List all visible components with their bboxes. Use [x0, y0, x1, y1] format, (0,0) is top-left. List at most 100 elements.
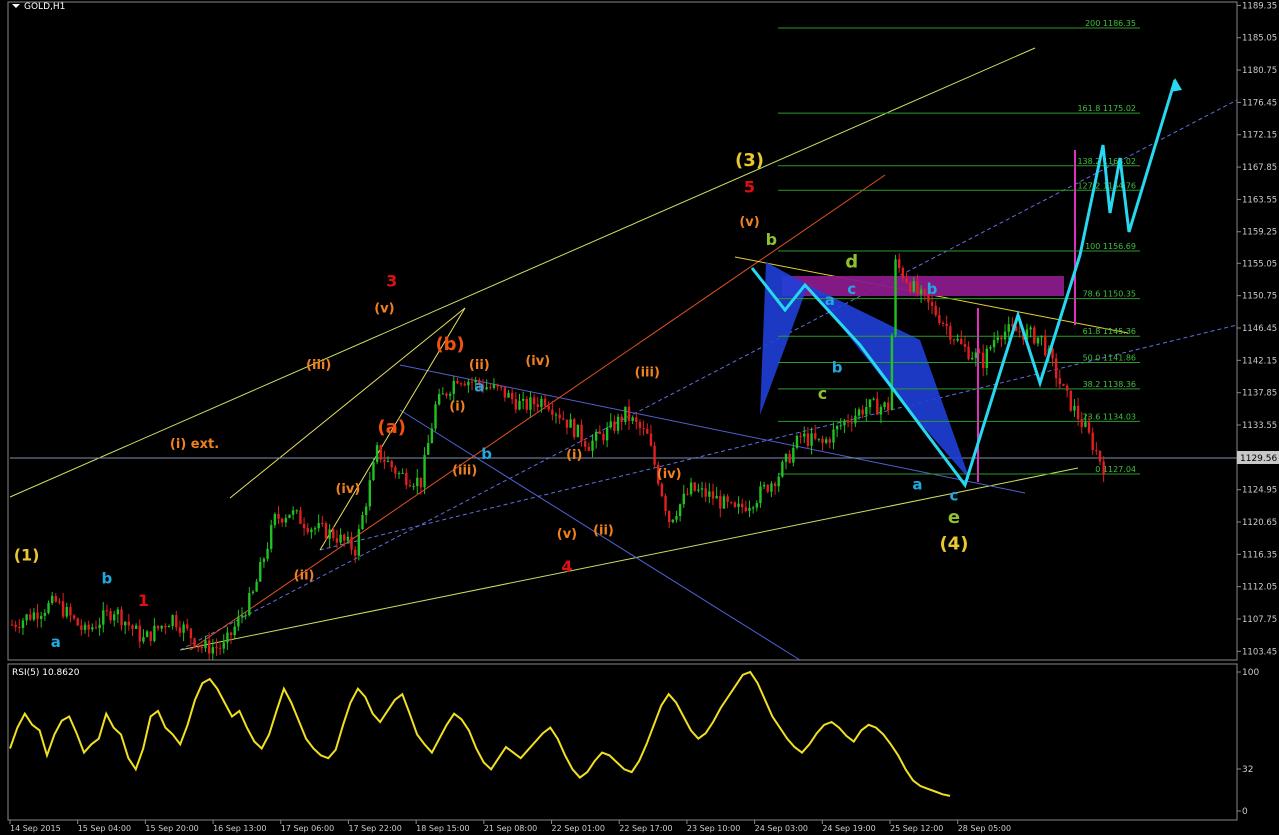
wave-label: (iii) — [635, 365, 660, 380]
candle-body — [448, 393, 452, 396]
candle-body — [131, 625, 134, 629]
candle-body — [368, 480, 371, 507]
candle-body — [335, 538, 339, 543]
candle-body — [602, 433, 605, 441]
fib-level-label: 23.6 1134.03 — [1083, 412, 1136, 421]
candle-body — [134, 625, 138, 629]
candle-body — [91, 627, 94, 630]
candle-body — [18, 627, 21, 629]
candle-body — [207, 640, 211, 654]
x-tick-label: 23 Sep 10:00 — [687, 824, 740, 833]
y-tick-label: 1155.05 — [1242, 259, 1277, 269]
candle-body — [912, 281, 915, 292]
wave-label: (v) — [374, 302, 394, 317]
x-tick-label: 22 Sep 01:00 — [552, 824, 605, 833]
candle-body — [938, 315, 941, 323]
candle-body — [510, 392, 514, 400]
wave-label: (v) — [557, 527, 577, 542]
candle-body — [266, 548, 269, 559]
candle-body — [138, 625, 141, 642]
candle-body — [766, 484, 769, 492]
candle-body — [427, 443, 430, 455]
candle-body — [197, 646, 200, 648]
candle-body — [678, 504, 682, 517]
candle-body — [908, 282, 912, 292]
fib-level-label: 78.6 1150.35 — [1083, 290, 1136, 299]
x-tick-label: 16 Sep 13:00 — [213, 824, 266, 833]
candle-body — [332, 529, 335, 539]
wave-label: (iv) — [657, 467, 682, 482]
candle-body — [65, 607, 68, 617]
candle-body — [295, 510, 298, 512]
wave-label: (ii) — [294, 569, 315, 584]
candle-body — [463, 383, 466, 386]
candle-body — [985, 348, 989, 369]
candle-body — [459, 383, 463, 385]
rsi-tick-32: 32 — [1242, 765, 1253, 775]
fib-level-label: 50.0 1141.86 — [1083, 354, 1136, 363]
candle-body — [189, 628, 193, 639]
candle-body — [346, 536, 350, 541]
candle-body — [675, 516, 678, 520]
candle-body — [244, 615, 247, 617]
candle-body — [784, 453, 788, 462]
wave-label: a — [51, 633, 61, 651]
candle-body — [218, 647, 222, 649]
candle-body — [584, 441, 587, 447]
candle-body — [229, 632, 233, 636]
candle-body — [291, 510, 295, 515]
candle-body — [492, 384, 496, 388]
candle-body — [521, 398, 525, 401]
wave-label: (ii) — [593, 523, 614, 538]
candle-body — [405, 472, 408, 486]
candle-body — [883, 402, 886, 408]
candle-body — [1095, 450, 1098, 452]
candle-body — [251, 591, 255, 594]
candle-body — [94, 627, 98, 629]
candle-body — [693, 482, 696, 491]
wave-label: (a) — [377, 417, 406, 438]
candle-body — [262, 558, 266, 562]
candle-body — [890, 335, 894, 411]
fib-level-label: 38.2 1138.36 — [1083, 380, 1136, 389]
candle-body — [616, 416, 620, 431]
wave-label: b — [102, 569, 113, 587]
candle-body — [248, 593, 251, 616]
candle-body — [116, 609, 120, 615]
candle-body — [792, 447, 795, 463]
candle-body — [423, 454, 426, 488]
candle-body — [733, 502, 737, 507]
candle-body — [850, 422, 853, 424]
candle-body — [919, 289, 923, 295]
candle-body — [803, 433, 806, 437]
rsi-title: RSI(5) 10.8620 — [12, 668, 80, 678]
candle-body — [273, 513, 277, 526]
candle-body — [1102, 461, 1105, 475]
candle-body — [50, 595, 54, 604]
wave-label: b — [481, 445, 492, 463]
candle-body — [547, 405, 550, 410]
candle-body — [664, 496, 667, 512]
candle-body — [828, 439, 832, 443]
candle-body — [846, 420, 850, 423]
candle-body — [627, 406, 631, 421]
wave-label: (1) — [14, 546, 40, 565]
candle-body — [624, 406, 627, 422]
candle-body — [419, 477, 423, 488]
candle-body — [777, 476, 780, 487]
candle-body — [620, 416, 623, 422]
candle-body — [1084, 422, 1087, 427]
y-tick-label: 1116.35 — [1242, 550, 1277, 560]
candle-body — [562, 418, 565, 420]
candle-body — [930, 302, 934, 306]
candle-body — [613, 421, 616, 431]
candle-body — [949, 326, 952, 340]
candle-body — [594, 431, 598, 441]
gold-h1-chart: GOLD,H1 1103.45 1107.75 1112.05 1116.35 1120… — [0, 0, 1279, 835]
wave-label: (iv) — [335, 482, 360, 497]
candle-body — [971, 357, 974, 360]
candle-body — [87, 624, 90, 630]
candle-body — [397, 473, 401, 475]
candle-body — [821, 438, 824, 443]
candle-body — [751, 507, 755, 509]
